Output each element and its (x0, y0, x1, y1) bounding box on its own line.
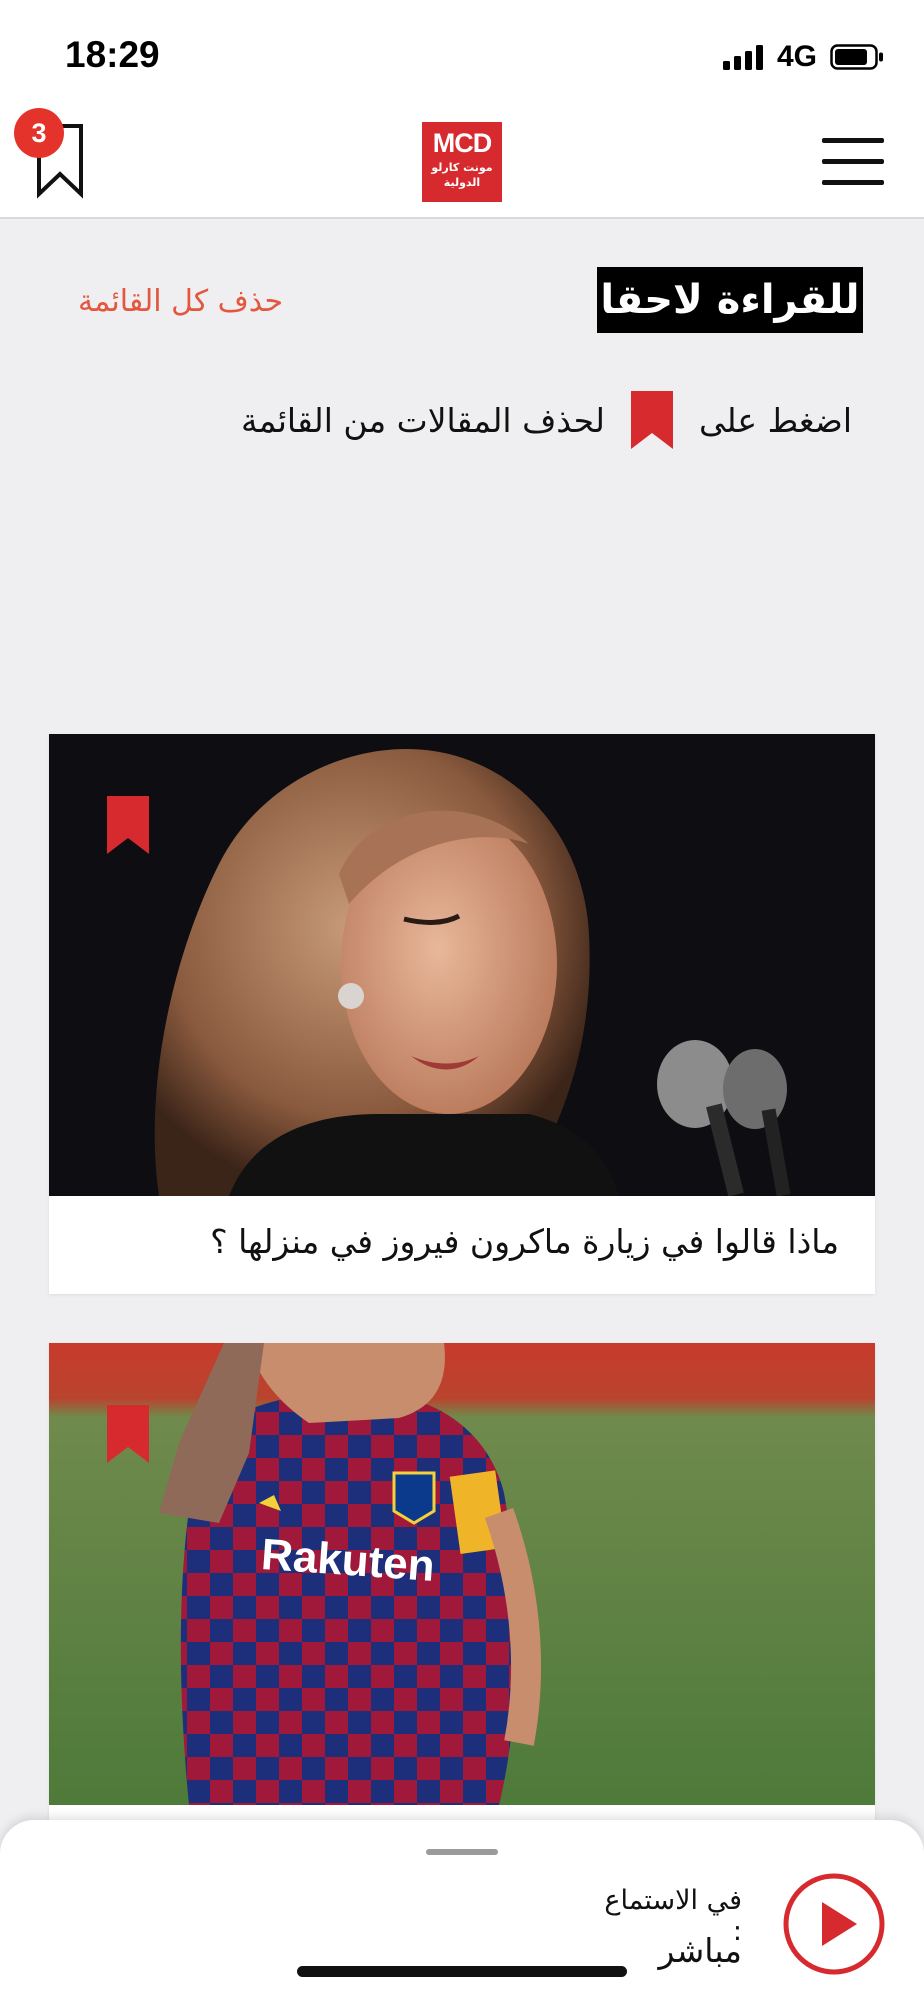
logo-subtitle: مونت كارلو الدولية (422, 160, 502, 190)
article-title[interactable]: ماذا قالوا في زيارة ماكرون فيروز في منزل… (210, 1222, 839, 1261)
article-card[interactable]: Rakuten (49, 1343, 875, 1820)
bookmark-filled-icon (630, 391, 673, 449)
battery-icon (830, 44, 883, 70)
play-icon[interactable] (782, 1872, 886, 1976)
clear-all-link[interactable]: حذف كل القائمة (78, 284, 283, 319)
bookmark-count-badge: 3 (14, 108, 64, 158)
article-caption (49, 1805, 875, 1820)
home-indicator (297, 1966, 627, 1977)
network-type: 4G (777, 40, 818, 73)
instruction-press-text: اضغط على (698, 400, 852, 440)
logo-mark: MCD (432, 128, 493, 158)
signal-icon (723, 44, 767, 70)
page-title: للقراءة لاحقا (597, 267, 863, 333)
live-status: مباشر (658, 1931, 742, 1970)
instruction-action-text: لحذف المقالات من القائمة (240, 400, 605, 440)
article-image: Rakuten (49, 1343, 875, 1805)
sheet-grabber[interactable] (426, 1849, 498, 1855)
article-caption: ماذا قالوا في زيارة ماكرون فيروز في منزل… (49, 1196, 875, 1294)
logo-subtitle-line2: الدولية (443, 176, 481, 189)
article-card[interactable]: ماذا قالوا في زيارة ماكرون فيروز في منزل… (49, 734, 875, 1294)
bookmark-filled-icon[interactable] (107, 1405, 149, 1463)
status-time: 18:29 (65, 34, 160, 75)
article-image (49, 734, 875, 1196)
logo-subtitle-line1: مونت كارلو (431, 161, 493, 174)
menu-icon[interactable] (822, 138, 884, 186)
instruction-row: اضغط على لحذف المقالات من القائمة (240, 390, 852, 450)
mcd-logo[interactable]: MCD مونت كارلو الدولية (422, 122, 502, 202)
bookmark-filled-icon[interactable] (107, 796, 149, 854)
